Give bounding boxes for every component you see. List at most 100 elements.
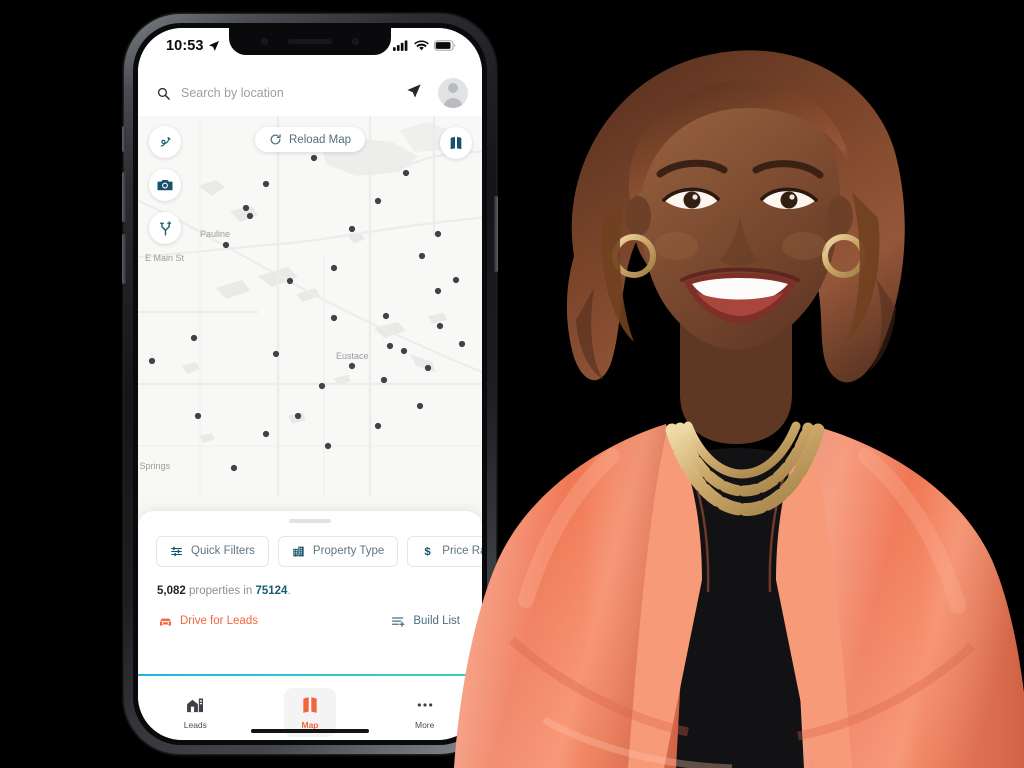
- results-zip: 75124: [255, 584, 288, 597]
- map-property-marker[interactable]: [242, 204, 250, 212]
- refresh-icon: [270, 134, 281, 145]
- map-book-icon: [303, 697, 317, 713]
- map-property-marker[interactable]: [418, 252, 426, 260]
- phone-silent-switch[interactable]: [122, 126, 126, 152]
- status-bar-time-group: 10:53: [166, 38, 220, 54]
- search-bar: Search by location: [138, 70, 482, 116]
- sheet-action-row: Drive for Leads Build List: [138, 597, 482, 629]
- draw-shape-button[interactable]: [149, 126, 181, 158]
- property-type-chip[interactable]: Property Type: [277, 535, 399, 567]
- search-input[interactable]: Search by location: [157, 86, 390, 100]
- results-summary: 5,082 properties in 75124.: [138, 567, 482, 597]
- map-property-marker[interactable]: [416, 402, 424, 410]
- map-place-label: E Main St: [145, 253, 185, 263]
- build-list-button[interactable]: Build List: [391, 614, 460, 629]
- map-property-marker[interactable]: [230, 464, 238, 472]
- map-property-marker[interactable]: [246, 212, 254, 220]
- house-building-icon: [187, 698, 204, 713]
- map-property-marker[interactable]: [380, 376, 388, 384]
- results-count: 5,082: [157, 584, 186, 597]
- map-place-label: Eustace: [336, 351, 369, 361]
- drive-for-leads-button[interactable]: Drive for Leads: [158, 614, 258, 629]
- map-property-marker[interactable]: [324, 442, 332, 450]
- results-suffix: .: [287, 584, 291, 597]
- map-property-marker[interactable]: [330, 264, 338, 272]
- presenter-photo: [452, 20, 1024, 768]
- map-place-label: e Springs: [138, 461, 171, 471]
- phone-screen: 10:53 Search by location Reload Map Paul…: [138, 28, 482, 740]
- building-icon: [293, 546, 304, 556]
- front-camera-icon: [352, 38, 359, 45]
- search-placeholder-text: Search by location: [181, 86, 284, 100]
- map-property-marker[interactable]: [194, 412, 202, 420]
- map-property-marker[interactable]: [222, 241, 230, 249]
- route-button[interactable]: [149, 212, 181, 244]
- map-property-marker[interactable]: [436, 322, 444, 330]
- map-property-marker[interactable]: [190, 334, 198, 342]
- reload-map-label: Reload Map: [288, 133, 352, 146]
- map-property-marker[interactable]: [348, 225, 356, 233]
- map-property-marker[interactable]: [262, 180, 270, 188]
- map-property-marker[interactable]: [318, 382, 326, 390]
- map-property-marker[interactable]: [286, 277, 294, 285]
- signal-bars-icon: [393, 40, 408, 51]
- results-middle-text: properties in: [185, 584, 256, 597]
- reload-map-button[interactable]: Reload Map: [254, 127, 366, 152]
- quick-filters-chip[interactable]: Quick Filters: [156, 535, 269, 567]
- list-plus-icon: [392, 616, 405, 627]
- phone-notch: [229, 28, 391, 55]
- camera-button[interactable]: [149, 169, 181, 201]
- locate-me-button[interactable]: [400, 81, 428, 106]
- map-property-marker[interactable]: [272, 350, 280, 358]
- earpiece-speaker: [288, 39, 332, 44]
- map-view[interactable]: Reload Map Pauline E Main St Eustace e Spri…: [138, 116, 482, 527]
- map-property-marker[interactable]: [400, 347, 408, 355]
- wifi-icon: [414, 40, 429, 51]
- map-property-marker[interactable]: [374, 422, 382, 430]
- bottom-sheet: Quick Filters Property Type $ Price R 5,…: [138, 510, 482, 674]
- map-property-marker[interactable]: [434, 230, 442, 238]
- car-icon: [160, 618, 171, 626]
- dollar-icon: $: [425, 546, 432, 558]
- map-property-marker[interactable]: [310, 154, 318, 162]
- map-property-marker[interactable]: [348, 362, 356, 370]
- filter-chip-row: Quick Filters Property Type $ Price R: [138, 523, 482, 567]
- phone-volume-down-button[interactable]: [122, 234, 126, 284]
- drive-for-leads-label: Drive for Leads: [180, 615, 258, 627]
- map-property-marker[interactable]: [148, 357, 156, 365]
- svg-text:$: $: [425, 546, 432, 558]
- map-property-marker[interactable]: [294, 412, 302, 420]
- home-indicator: [251, 728, 369, 733]
- map-left-controls: [149, 126, 181, 244]
- navigation-arrow-icon: [407, 83, 421, 98]
- map-property-marker[interactable]: [402, 169, 410, 177]
- front-sensor-icon: [261, 38, 268, 45]
- property-type-label: Property Type: [312, 545, 385, 557]
- tab-bar: Leads Map More: [138, 676, 482, 740]
- navigation-arrow-icon: [208, 41, 219, 51]
- phone-mockup: 10:53 Search by location Reload Map Paul…: [122, 14, 498, 754]
- map-property-marker[interactable]: [424, 364, 432, 372]
- tab-more-label: More: [414, 720, 435, 730]
- map-property-marker[interactable]: [262, 430, 270, 438]
- map-property-marker[interactable]: [374, 197, 382, 205]
- phone-bezel: 10:53 Search by location Reload Map Paul…: [133, 23, 487, 745]
- status-time-label: 10:53: [166, 38, 204, 54]
- map-property-marker[interactable]: [386, 342, 394, 350]
- sliders-icon: [171, 546, 182, 556]
- tab-leads[interactable]: Leads: [138, 681, 253, 737]
- route-split-icon: [159, 220, 171, 236]
- ellipsis-icon: [417, 703, 432, 707]
- camera-icon: [157, 179, 173, 191]
- phone-volume-up-button[interactable]: [122, 172, 126, 222]
- quick-filters-label: Quick Filters: [191, 545, 255, 557]
- map-property-marker[interactable]: [434, 287, 442, 295]
- presenter-illustration: [454, 50, 1024, 768]
- search-icon: [157, 87, 170, 100]
- map-property-marker[interactable]: [330, 314, 338, 322]
- tab-leads-label: Leads: [183, 720, 207, 730]
- map-canvas[interactable]: [138, 116, 482, 496]
- squiggle-draw-icon: [160, 136, 171, 147]
- map-property-marker[interactable]: [382, 312, 390, 320]
- map-place-label: Pauline: [200, 229, 231, 239]
